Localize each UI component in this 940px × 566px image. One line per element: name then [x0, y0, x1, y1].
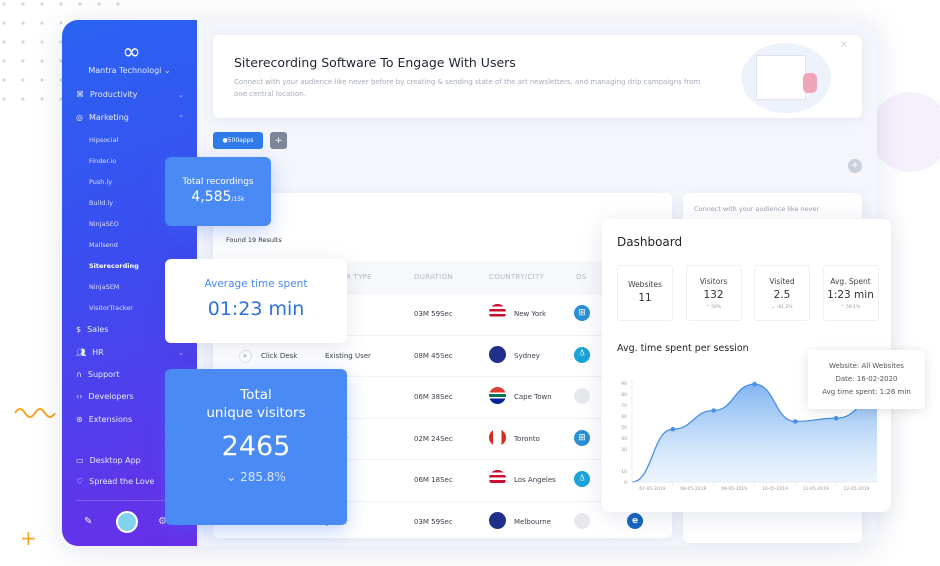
visitors-label: Total [240, 387, 272, 403]
aperture-icon: ◎ [76, 113, 83, 122]
feather-icon[interactable]: ✎ [84, 516, 92, 527]
sidebar-item-productivity[interactable]: ⌘ Productivity ⌄ [76, 90, 184, 99]
illustration [741, 43, 831, 113]
cell-city: Los Angeles [514, 476, 556, 484]
sidebar-subitem[interactable]: Finder.io [89, 157, 116, 165]
cell-name: Click Desk [261, 351, 298, 360]
chevron-down-icon: ⌄ [226, 470, 237, 484]
avg-time-label: Average time spent [204, 278, 308, 290]
flag-za-icon [489, 387, 506, 404]
sidebar-subitem[interactable]: Hipsocial [89, 136, 118, 144]
cell-city: Sydney [514, 351, 540, 360]
code-icon: ‹› [76, 392, 83, 401]
linux-icon: 🐧︎ [574, 471, 590, 487]
flag-au-icon [489, 345, 506, 363]
cell-duration: 03M 59Sec [414, 310, 453, 318]
sidebar-subitem[interactable]: NinjaSEO [89, 220, 119, 228]
recordings-value: 4,585 [191, 189, 232, 205]
chrome-icon: ⊛ [76, 415, 83, 424]
workspace-tag-button[interactable]: ● 500apps [213, 132, 263, 149]
chevron-down-icon: ⌄ [178, 348, 184, 357]
sidebar-subitem[interactable]: VisitorTracker [89, 304, 133, 312]
sidebar-subitem[interactable]: NinjaSEM [89, 283, 119, 291]
cell-duration: 03M 59Sec [414, 517, 453, 526]
cell-city: New York [514, 310, 547, 318]
flag-us-icon [489, 304, 506, 321]
header-os: OS [576, 273, 587, 281]
stat-websites: Websites 11 [617, 265, 673, 321]
command-icon: ⌘ [76, 90, 84, 99]
plus-decoration: + [20, 526, 37, 550]
arrow-up-icon: ⌃ [705, 305, 710, 310]
cell-duration: 06M 18Sec [414, 476, 453, 484]
sidebar-item-marketing[interactable]: ◎ Marketing ⌃ [76, 113, 184, 122]
apple-icon [574, 512, 590, 529]
cell-visitor-type: Existing User [325, 351, 371, 360]
chevron-up-icon: ⌃ [178, 113, 184, 122]
sidebar-subitem[interactable]: Build.ly [89, 199, 113, 207]
flag-us-icon [489, 470, 506, 487]
banner: Siterecording Software To Engage With Us… [213, 35, 862, 118]
cell-city: Melbourne [514, 517, 551, 526]
side-card-text: Connect with your audience like never [694, 205, 820, 213]
visitors-label-2: unique visitors [206, 405, 306, 421]
banner-title: Siterecording Software To Engage With Us… [234, 55, 516, 70]
avg-time-card: Average time spent 01:23 min [165, 259, 347, 343]
heart-icon: ♡ [76, 477, 84, 486]
total-recordings-card: Total recordings 4,585/15k [165, 157, 271, 226]
org-switcher[interactable]: Mantra Technologi ⌄ [62, 66, 197, 75]
windows-icon: ⊞ [574, 305, 590, 321]
users-icon: 👥︎ [76, 348, 87, 357]
internet-explorer-icon: e [627, 512, 643, 529]
cell-duration: 06M 38Sec [414, 393, 453, 401]
logo: ∞ [122, 40, 140, 65]
cell-duration: 08M 45Sec [414, 351, 453, 360]
banner-description: Connect with your audience like never be… [234, 78, 701, 98]
stat-avg-spent: Avg. Spent 1:23 min ⌃ 59.1% [822, 265, 879, 321]
header-duration: DURATION [414, 273, 453, 281]
cell-city: Toronto [514, 434, 540, 443]
visitors-value: 2465 [221, 431, 291, 462]
flag-ca-icon [489, 428, 506, 446]
headphones-icon: ∩ [76, 370, 82, 379]
chart-title: Avg. time spent per session [617, 343, 749, 354]
add-icon[interactable]: + [848, 159, 862, 173]
wave-decoration [14, 408, 56, 418]
unique-visitors-card: Total unique visitors 2465 ⌄ 285.8% [165, 369, 347, 525]
tooltip-date: Date: 16-02-2020 [835, 375, 898, 383]
add-workspace-button[interactable]: + [270, 132, 287, 149]
cell-duration: 02M 24Sec [414, 434, 453, 443]
visitors-change: 285.8% [240, 470, 286, 484]
recordings-label: Total recordings [182, 177, 254, 187]
cell-city: Cape Town [514, 393, 552, 401]
stat-visited: Visited 2.5 ⌄ -81.2% [754, 265, 810, 321]
chart-tooltip: Website: All Websites Date: 16-02-2020 A… [808, 350, 925, 409]
avg-time-value: 01:23 min [207, 298, 305, 320]
linux-icon: 🐧︎ [574, 346, 590, 363]
recordings-limit: /15k [231, 196, 245, 203]
chevron-down-icon: ⌄ [178, 90, 184, 99]
sidebar-subitem[interactable]: Push.ly [89, 178, 112, 186]
sidebar-subitem[interactable]: Mailsend [89, 241, 118, 249]
flag-au-icon [489, 511, 506, 529]
dollar-icon: $ [76, 325, 82, 334]
apple-icon [574, 388, 590, 404]
tooltip-time: Avg time spent: 1:26 min [822, 388, 911, 396]
arrow-down-icon: ⌄ [771, 305, 776, 310]
sidebar-item-hr[interactable]: 👥︎ HR ⌄ [76, 348, 184, 357]
chevron-down-icon: ⌄ [163, 66, 171, 75]
play-icon[interactable]: ▶ [239, 349, 252, 363]
results-count: Found 19 Results [226, 236, 282, 244]
close-icon[interactable]: × [840, 40, 848, 50]
dashboard-title: Dashboard [617, 235, 683, 249]
circle-decoration [870, 92, 940, 172]
monitor-icon: ▭ [76, 456, 84, 465]
arrow-up-icon: ⌃ [840, 305, 845, 310]
tooltip-website: Website: All Websites [829, 362, 904, 370]
avatar[interactable] [116, 511, 138, 533]
stat-visitors: Visitors 132 ⌃ 56% [685, 265, 742, 321]
sidebar-subitem[interactable]: Siterecording [89, 262, 139, 270]
windows-icon: ⊞ [574, 429, 590, 446]
header-country: COUNTRY/CITY [489, 273, 545, 281]
